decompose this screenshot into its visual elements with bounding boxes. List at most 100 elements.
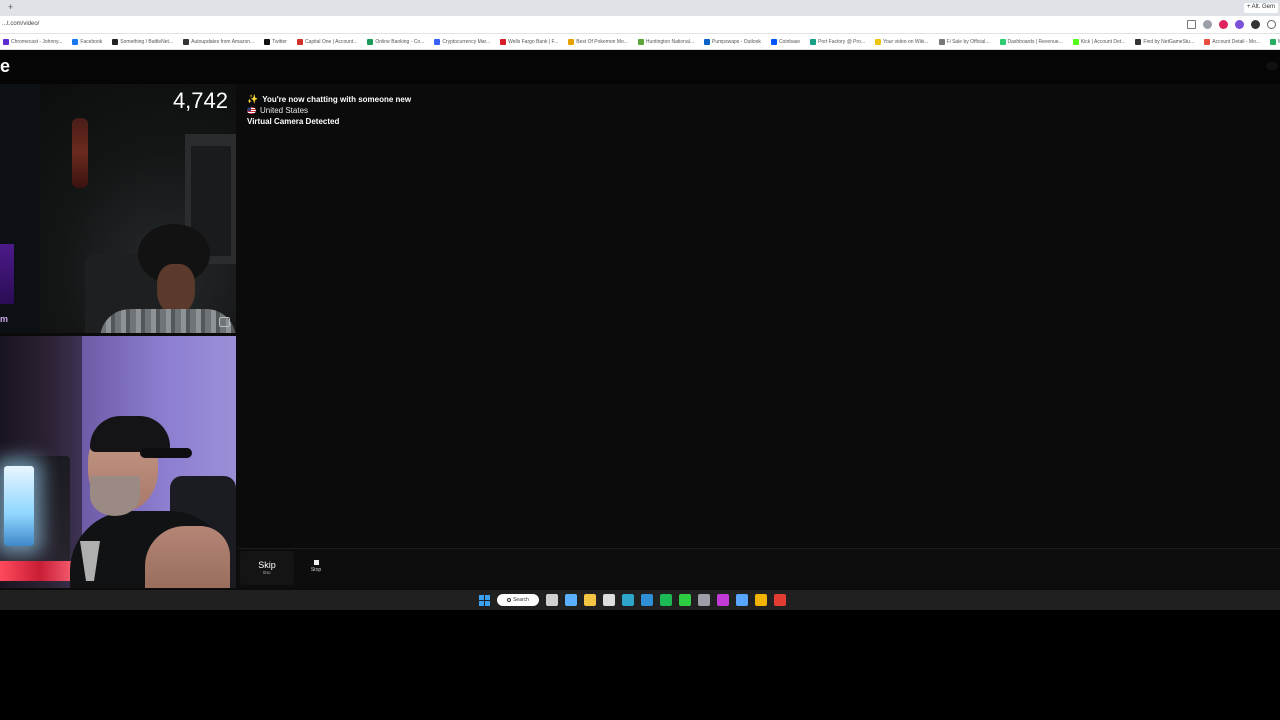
vscode-icon[interactable] — [641, 594, 653, 606]
extensions-puzzle-icon[interactable] — [1267, 20, 1276, 29]
bookmark-item[interactable]: Capital One | Account... — [296, 38, 358, 45]
extension-red-icon[interactable] — [1219, 20, 1228, 29]
video-background — [4, 466, 34, 546]
self-video — [0, 336, 236, 588]
bookmark-item[interactable]: Pumpswaps - Outlook — [704, 38, 761, 45]
stop-button[interactable]: Stop — [304, 555, 328, 583]
windows-start-icon[interactable] — [479, 594, 490, 606]
bookmark-star-icon[interactable] — [1187, 20, 1196, 29]
bookmark-item[interactable]: Kick | Account Det... — [1072, 38, 1126, 45]
chrome-icon[interactable] — [755, 594, 767, 606]
bookmark-favicon-icon — [999, 38, 1006, 45]
video-background — [0, 561, 80, 581]
bookmark-item[interactable]: Autoupdates from Amazon... — [183, 38, 254, 45]
bookmark-item[interactable]: Cryptocurrency Mar... — [434, 38, 490, 45]
chat-status: ✨ You're now chatting with someone new — [247, 94, 747, 105]
virtual-camera-warning: Virtual Camera Detected — [247, 117, 340, 126]
bookmark-label: Kick | Account Det... — [1080, 38, 1126, 45]
report-flag-icon[interactable] — [219, 317, 230, 327]
bookmark-favicon-icon — [770, 38, 777, 45]
taskbar-search[interactable]: Search — [497, 594, 539, 606]
bookmark-item[interactable]: Something / BattleNet... — [112, 38, 174, 45]
edge-icon[interactable] — [622, 594, 634, 606]
windows-taskbar: Search — [0, 590, 1280, 610]
bookmark-item[interactable]: Account Detail - Mo... — [1204, 38, 1261, 45]
skip-label: Skip — [258, 560, 276, 570]
bookmark-favicon-icon — [264, 38, 271, 45]
bookmark-favicon-icon — [1270, 38, 1277, 45]
bookmark-label: Huntington National... — [645, 38, 695, 45]
bookmark-favicon-icon — [183, 38, 190, 45]
bookmark-label: Pumpswaps - Outlook — [712, 38, 761, 45]
bookmark-favicon-icon — [637, 38, 644, 45]
obs-icon[interactable] — [774, 594, 786, 606]
person-figure — [90, 476, 140, 516]
bookmark-label: Dashboards | Revenue... — [1007, 38, 1063, 45]
skip-button[interactable]: Skip Esc — [240, 551, 294, 585]
profile-label: Alt. Gem — [1251, 4, 1275, 10]
new-tab-icon[interactable]: + — [8, 2, 13, 12]
bookmark-favicon-icon — [3, 38, 9, 45]
bookmark-favicon-icon — [875, 38, 882, 45]
bookmark-favicon-icon — [1204, 38, 1211, 45]
bookmark-label: Port Factory @ Pro... — [818, 38, 866, 45]
bookmark-item[interactable]: Find by NetGameStu... — [1135, 38, 1194, 45]
bookmark-item[interactable]: Twitter — [264, 38, 287, 45]
bookmark-item[interactable]: Coinbase — [770, 38, 800, 45]
address-bar[interactable]: ...t.com/video/ — [0, 16, 1280, 34]
bookmark-item[interactable]: Online Banking - Co... — [367, 38, 425, 45]
bookmark-item[interactable]: Fi Sale by Official... — [938, 38, 990, 45]
site-header: e — [0, 50, 1280, 84]
calculator-icon[interactable] — [698, 594, 710, 606]
bookmark-item[interactable]: Wells Fargo Bank | F... — [500, 38, 559, 45]
taskbar-items: Search — [479, 594, 786, 606]
bookmark-favicon-icon — [367, 38, 374, 45]
extension-icon[interactable] — [1203, 20, 1212, 29]
bookmark-label: Something / BattleNet... — [120, 38, 174, 45]
site-logo[interactable]: e — [0, 56, 10, 77]
store-icon[interactable] — [603, 594, 615, 606]
bookmark-favicon-icon — [434, 38, 441, 45]
header-menu-icon[interactable] — [1266, 62, 1278, 70]
url-text[interactable]: ...t.com/video/ — [2, 21, 39, 27]
copilot-icon[interactable] — [565, 594, 577, 606]
bookmark-label: Wells Fargo Bank | F... — [508, 38, 559, 45]
screen-bottom-area — [0, 610, 1280, 720]
person-figure — [145, 526, 230, 588]
page: e 4,742 m ✨ You're now chatting with som… — [0, 50, 1280, 590]
bookmark-item[interactable]: Port Factory @ Pro... — [810, 38, 866, 45]
bookmark-item[interactable]: Your video on Wiki... — [875, 38, 929, 45]
bookmark-label: Your video on Wiki... — [883, 38, 929, 45]
bookmark-favicon-icon — [1135, 38, 1142, 45]
video-background — [72, 118, 88, 188]
bookmark-label: Online Banking - Co... — [375, 38, 425, 45]
bookmark-label: Account Detail - Mo... — [1212, 38, 1261, 45]
bookmark-item[interactable]: Facebook — [72, 38, 102, 45]
file-explorer-icon[interactable] — [584, 594, 596, 606]
spotify-icon[interactable] — [660, 594, 672, 606]
chat-country: United States — [247, 105, 747, 116]
dark-mode-icon[interactable] — [1251, 20, 1260, 29]
bookmark-favicon-icon — [568, 38, 575, 45]
chat-controls: Skip Esc Stop — [238, 548, 1280, 588]
bookmark-favicon-icon — [810, 38, 817, 45]
bookmark-favicon-icon — [296, 38, 303, 45]
app-green-icon[interactable] — [679, 594, 691, 606]
bookmark-label: Capital One | Account... — [304, 38, 358, 45]
chat-status-text: You're now chatting with someone new — [262, 95, 412, 104]
sparkle-icon: ✨ — [247, 94, 259, 104]
bookmark-item[interactable]: Dashboards | Revenue... — [999, 38, 1063, 45]
bookmark-item[interactable]: Huntington National... — [637, 38, 695, 45]
browser-tab-strip: + + Alt. Gem — [0, 0, 1280, 16]
check-app-icon[interactable] — [736, 594, 748, 606]
stranger-video: 4,742 m — [0, 84, 236, 333]
bookmark-item[interactable]: Chromecast - Johnny... — [3, 38, 63, 45]
snipping-tool-icon[interactable] — [717, 594, 729, 606]
task-view-icon[interactable] — [546, 594, 558, 606]
bookmark-item[interactable]: Member Dashboard — [1270, 38, 1280, 45]
extension-purple-icon[interactable] — [1235, 20, 1244, 29]
profile-button[interactable]: + Alt. Gem — [1243, 3, 1278, 13]
bookmark-item[interactable]: Best Of Pokemon Mo... — [568, 38, 628, 45]
video-background — [0, 244, 14, 304]
bookmark-label: Chromecast - Johnny... — [11, 38, 63, 45]
